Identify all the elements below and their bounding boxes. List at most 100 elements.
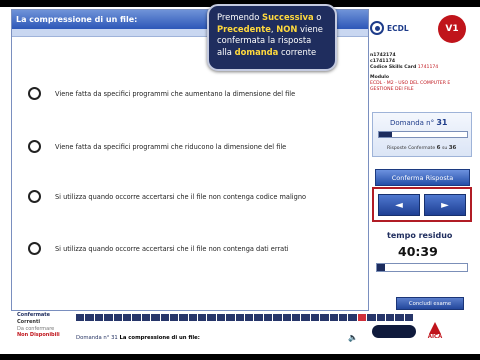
aica-logo: AICA xyxy=(424,322,446,340)
question-counter-number: 31 xyxy=(436,118,448,127)
question-counter-label: Domanda n° xyxy=(390,119,435,127)
callout-text-1: Premendo xyxy=(217,12,263,22)
arrow-right-icon: ► xyxy=(441,199,449,211)
ecdl-logo-icon xyxy=(370,21,384,35)
exam-logo: V1 xyxy=(438,15,466,43)
time-remaining-fill xyxy=(377,264,386,271)
time-remaining-label: tempo residuo xyxy=(387,231,453,240)
question-nav-cell-26[interactable] xyxy=(310,314,320,321)
navigation-hint-callout: Premendo Successiva o Precedente, NON vi… xyxy=(207,4,337,71)
footer-question: Domanda n° 31 La compressione di un file… xyxy=(76,335,200,341)
question-nav-cell-18[interactable] xyxy=(235,314,245,321)
answer-radio-4[interactable] xyxy=(28,242,41,255)
question-nav-cell-1[interactable] xyxy=(76,314,85,321)
confirmed-answers-sep: su xyxy=(441,146,448,151)
question-counter: Domanda n° 31 xyxy=(390,118,448,127)
callout-domanda: domanda xyxy=(234,46,279,57)
callout-precedente: Precedente xyxy=(217,23,271,34)
question-nav-cell-10[interactable] xyxy=(160,314,169,321)
footer-question-title: La compressione di un file: xyxy=(119,335,200,341)
question-nav-cell-2[interactable] xyxy=(85,314,94,321)
confirmed-answers-total: 36 xyxy=(448,145,457,151)
callout-text-5: corrente xyxy=(278,46,317,57)
answer-text-1: Viene fatta da specifici programmi che a… xyxy=(55,89,296,98)
question-nav-cell-22[interactable] xyxy=(273,314,282,321)
question-nav-cell-11[interactable] xyxy=(169,314,179,321)
pill-button[interactable] xyxy=(372,325,416,338)
answer-option-1[interactable]: Viene fatta da specifici programmi che a… xyxy=(28,87,358,100)
question-nav-cell-20[interactable] xyxy=(254,314,263,321)
question-nav-cell-19[interactable] xyxy=(245,314,254,321)
question-nav-cell-28[interactable] xyxy=(329,314,338,321)
question-progress-bar xyxy=(378,131,468,138)
question-nav-cell-30[interactable] xyxy=(348,314,357,321)
legend-correnti: Correnti xyxy=(17,318,41,325)
question-nav-cell-3[interactable] xyxy=(94,314,104,321)
previous-button[interactable]: ◄ xyxy=(378,194,420,216)
question-nav-cell-25[interactable] xyxy=(301,314,310,321)
confirm-answer-button[interactable]: Conferma Risposta xyxy=(375,169,470,186)
candidate-info: n1742174 c1741174 Codice Skills Card 174… xyxy=(370,53,474,93)
aica-logo-mark xyxy=(429,322,441,334)
navigation-buttons-frame: ◄ ► xyxy=(372,187,472,222)
legend-da-confermare: Da confermare xyxy=(17,325,55,332)
question-nav-cell-4[interactable] xyxy=(104,314,113,321)
question-nav-cell-35[interactable] xyxy=(395,314,404,321)
question-nav-cell-36[interactable] xyxy=(404,314,414,321)
answer-radio-2[interactable] xyxy=(28,140,41,153)
question-navigator-strip xyxy=(76,314,414,321)
answer-text-4: Si utilizza quando occorre accertarsi ch… xyxy=(55,244,289,253)
status-legend: Confermate Correnti Da confermare Non Di… xyxy=(17,312,60,339)
question-nav-cell-7[interactable] xyxy=(132,314,141,321)
question-nav-cell-8[interactable] xyxy=(141,314,151,321)
letterbox-bottom xyxy=(0,354,480,360)
aica-logo-text: AICA xyxy=(427,334,443,340)
confirmed-answers: Risposte Confermate 6 su 36 xyxy=(387,145,456,151)
question-nav-cell-15[interactable] xyxy=(207,314,216,321)
question-nav-cell-6[interactable] xyxy=(122,314,132,321)
question-counter-box: Domanda n° 31 Risposte Confermate 6 su 3… xyxy=(372,112,472,157)
question-nav-cell-27[interactable] xyxy=(320,314,329,321)
confirmed-answers-count: 6 xyxy=(436,145,441,151)
confirmed-answers-label: Risposte Confermate xyxy=(387,146,436,151)
question-nav-cell-29[interactable] xyxy=(338,314,348,321)
question-progress-fill xyxy=(379,132,393,137)
answer-text-3: Si utilizza quando occorre accertarsi ch… xyxy=(55,192,307,201)
answer-option-2[interactable]: Viene fatta da specifici programmi che r… xyxy=(28,140,358,153)
answer-radio-3[interactable] xyxy=(28,190,41,203)
question-nav-cell-16[interactable] xyxy=(216,314,226,321)
next-button[interactable]: ► xyxy=(424,194,466,216)
speaker-icon[interactable]: 🔈 xyxy=(348,333,358,342)
question-nav-cell-5[interactable] xyxy=(113,314,122,321)
question-nav-cell-33[interactable] xyxy=(376,314,385,321)
question-nav-cell-31[interactable] xyxy=(357,314,367,321)
question-nav-cell-21[interactable] xyxy=(263,314,273,321)
time-remaining-value: 40:39 xyxy=(398,244,438,259)
question-nav-cell-17[interactable] xyxy=(226,314,235,321)
question-nav-cell-14[interactable] xyxy=(198,314,207,321)
question-nav-cell-23[interactable] xyxy=(282,314,291,321)
answer-radio-1[interactable] xyxy=(28,87,41,100)
question-nav-cell-12[interactable] xyxy=(179,314,188,321)
question-nav-cell-24[interactable] xyxy=(291,314,301,321)
finish-exam-button[interactable]: Concludi esame xyxy=(396,297,464,310)
ecdl-logo: ECDL xyxy=(370,21,409,35)
time-remaining-bar xyxy=(376,263,468,272)
answer-option-3[interactable]: Si utilizza quando occorre accertarsi ch… xyxy=(28,190,358,203)
skills-card-label: Codice Skills Card xyxy=(370,65,417,70)
legend-confermate: Confermate xyxy=(17,312,51,318)
answer-option-4[interactable]: Si utilizza quando occorre accertarsi ch… xyxy=(28,242,358,255)
callout-text-2: o xyxy=(313,12,322,22)
footer-question-number: Domanda n° 31 xyxy=(76,335,118,341)
legend-non-disponibili: Non Disponibili xyxy=(17,332,60,339)
callout-non: NON xyxy=(276,23,298,34)
callout-successiva: Successiva xyxy=(262,12,314,22)
arrow-left-icon: ◄ xyxy=(395,199,403,211)
question-nav-cell-9[interactable] xyxy=(151,314,160,321)
skills-card-value: 1741174 xyxy=(417,65,439,70)
question-nav-cell-13[interactable] xyxy=(188,314,198,321)
question-nav-cell-34[interactable] xyxy=(385,314,395,321)
answer-text-2: Viene fatta da specifici programmi che r… xyxy=(55,142,287,151)
ecdl-logo-text: ECDL xyxy=(387,23,409,33)
question-nav-cell-32[interactable] xyxy=(367,314,376,321)
